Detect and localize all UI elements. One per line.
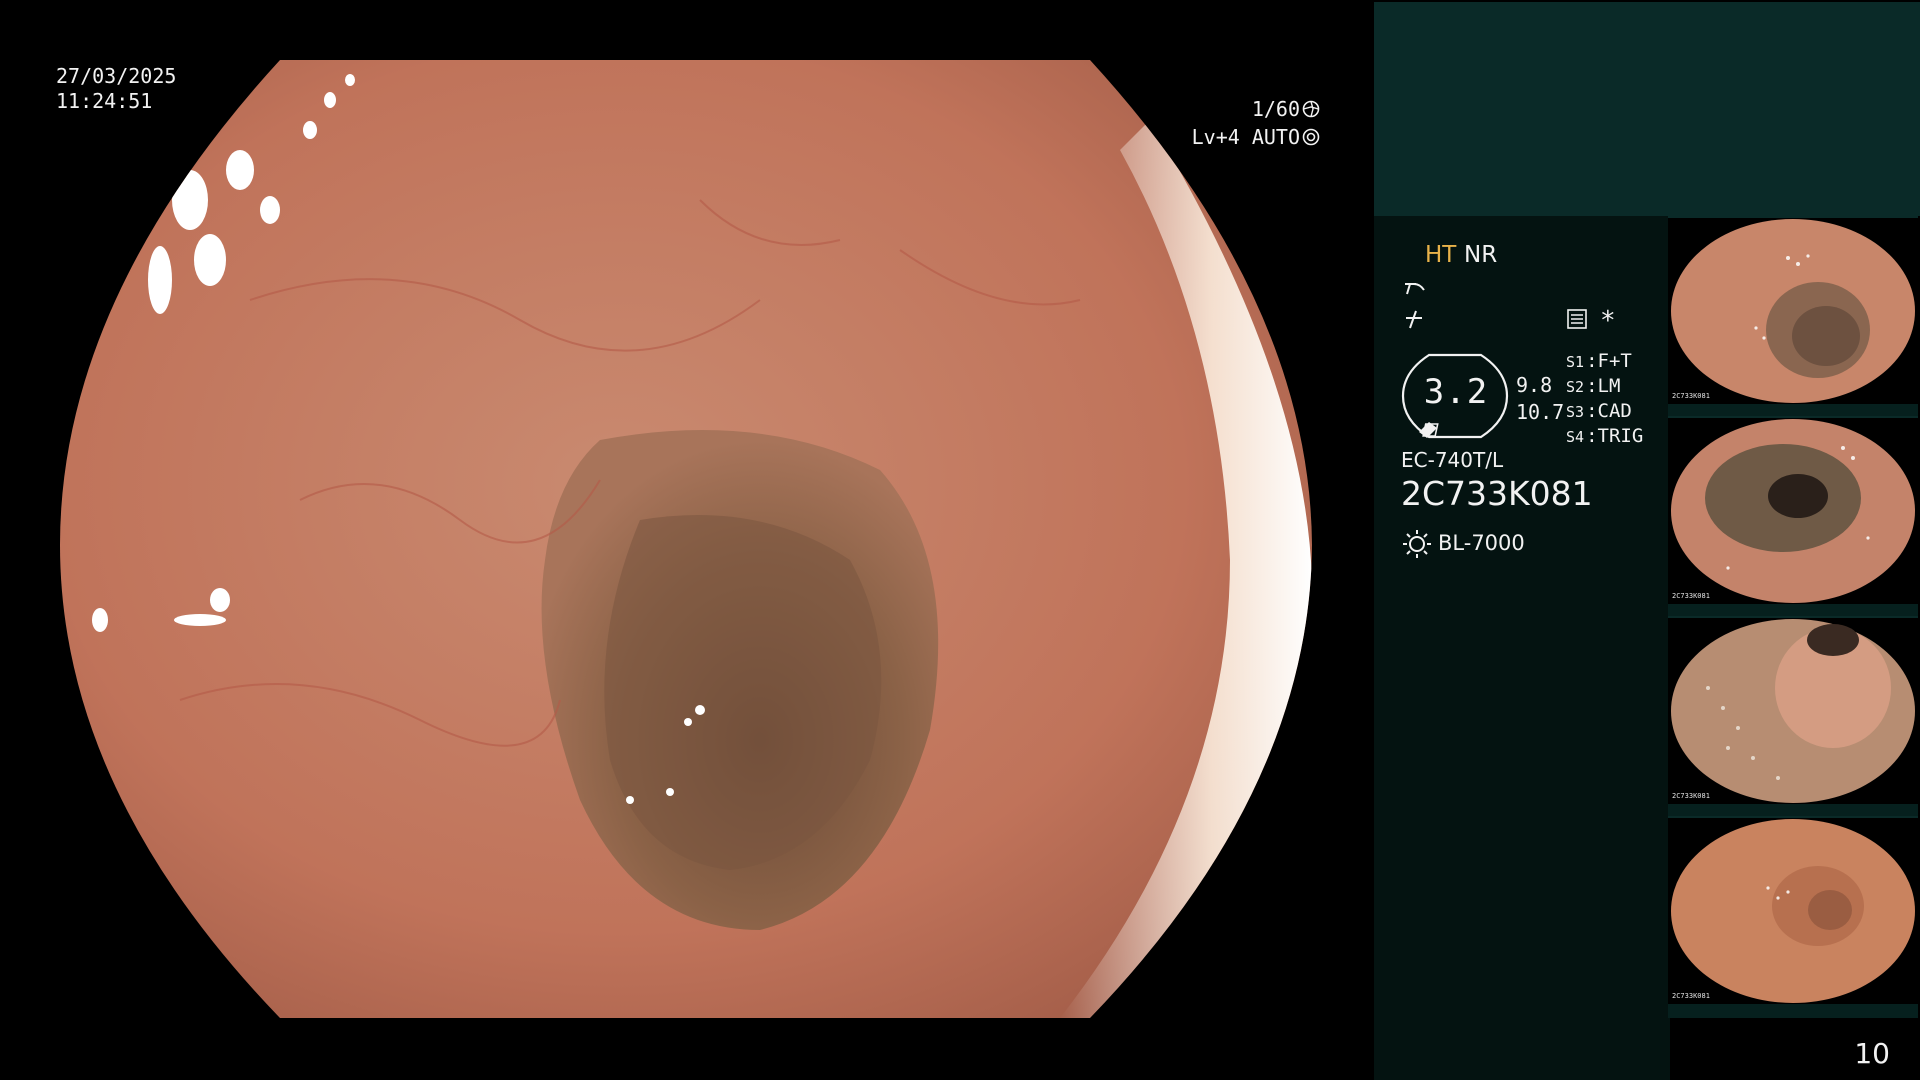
capture-date: 27/03/2025 [56, 64, 177, 88]
captured-thumbnail-4[interactable]: 2C733K081 [1668, 816, 1918, 1018]
scope-model: EC-740T/L [1401, 448, 1504, 472]
switch-value: F+T [1597, 350, 1632, 372]
mode-nr-label: NR [1464, 242, 1498, 268]
switch-s4: S4: TRIG [1566, 425, 1643, 447]
scope-serial-number: 2C733K081 [1401, 474, 1593, 513]
switch-value: TRIG [1597, 425, 1644, 447]
recording-icon [1567, 309, 1587, 329]
mode-ht-label: HT [1425, 242, 1457, 268]
structure-enhance-icon [1405, 283, 1425, 295]
thumbnail-label: 2C733K081 [1672, 792, 1710, 800]
switch-key: S1 [1566, 353, 1585, 371]
switch-sep: : [1586, 425, 1598, 447]
light-source-icon [1403, 530, 1431, 558]
iris-icon [1302, 128, 1320, 146]
switch-sep: : [1586, 375, 1598, 397]
thumbnail-label: 2C733K081 [1672, 592, 1710, 600]
switch-value: LM [1597, 375, 1621, 397]
endoscope-live-view: 27/03/2025 11:24:51 1/60 Lv+4 AUTO [0, 0, 1372, 1080]
captured-image-count: 10 [1854, 1037, 1890, 1070]
asterisk-marker: * [1600, 306, 1616, 336]
contrast-icon [1406, 310, 1422, 329]
switch-key: S3 [1566, 403, 1585, 421]
brightness-level-indicator: Lv+4 AUTO [1192, 125, 1320, 149]
switch-sep: : [1586, 350, 1598, 372]
captured-thumbnail-3[interactable]: 2C733K081 [1668, 616, 1918, 818]
thumbnail-image [1671, 419, 1915, 603]
shutter-icon [1302, 100, 1320, 118]
thumbnail-label: 2C733K081 [1672, 392, 1710, 400]
thumbnail-label: 2C733K081 [1672, 992, 1710, 1000]
scale-value-2: 10.7 [1516, 400, 1565, 424]
scope-info-area: HT NR * 3.2 9.8 10.7 S1: F+T S2: LM S3: CAD [1374, 216, 1670, 1080]
switch-sep: : [1586, 400, 1598, 422]
zoom-value: 3.2 [1423, 372, 1489, 412]
thumbnail-image [1671, 819, 1915, 1003]
light-source-model: BL-7000 [1438, 531, 1525, 555]
captured-thumbnail-2[interactable]: 2C733K081 [1668, 416, 1918, 618]
switch-s1: S1: F+T [1566, 350, 1632, 372]
switch-value: CAD [1597, 400, 1632, 422]
thumbnail-footer [1668, 1004, 1918, 1018]
switch-s3: S3: CAD [1566, 400, 1632, 422]
scale-value-1: 9.8 [1516, 373, 1553, 397]
shutter-speed-value: 1/60 [1251, 97, 1300, 121]
endoscopic-image [60, 60, 1312, 1018]
shutter-speed-indicator: 1/60 [1252, 97, 1320, 121]
switch-s2: S2: LM [1566, 375, 1620, 397]
thumbnail-image [1671, 619, 1915, 803]
thumbnail-image [1671, 219, 1915, 403]
capture-time: 11:24:51 [56, 89, 153, 113]
switch-key: S2 [1566, 378, 1585, 396]
captured-thumbnail-1[interactable]: 2C733K081 [1668, 216, 1918, 418]
brightness-level-value: Lv+4 AUTO [1191, 125, 1300, 149]
switch-key: S4 [1566, 428, 1585, 446]
side-info-panel: HT NR * 3.2 9.8 10.7 S1: F+T S2: LM S3: CAD [1372, 0, 1920, 1080]
panel-header-block [1374, 2, 1920, 216]
